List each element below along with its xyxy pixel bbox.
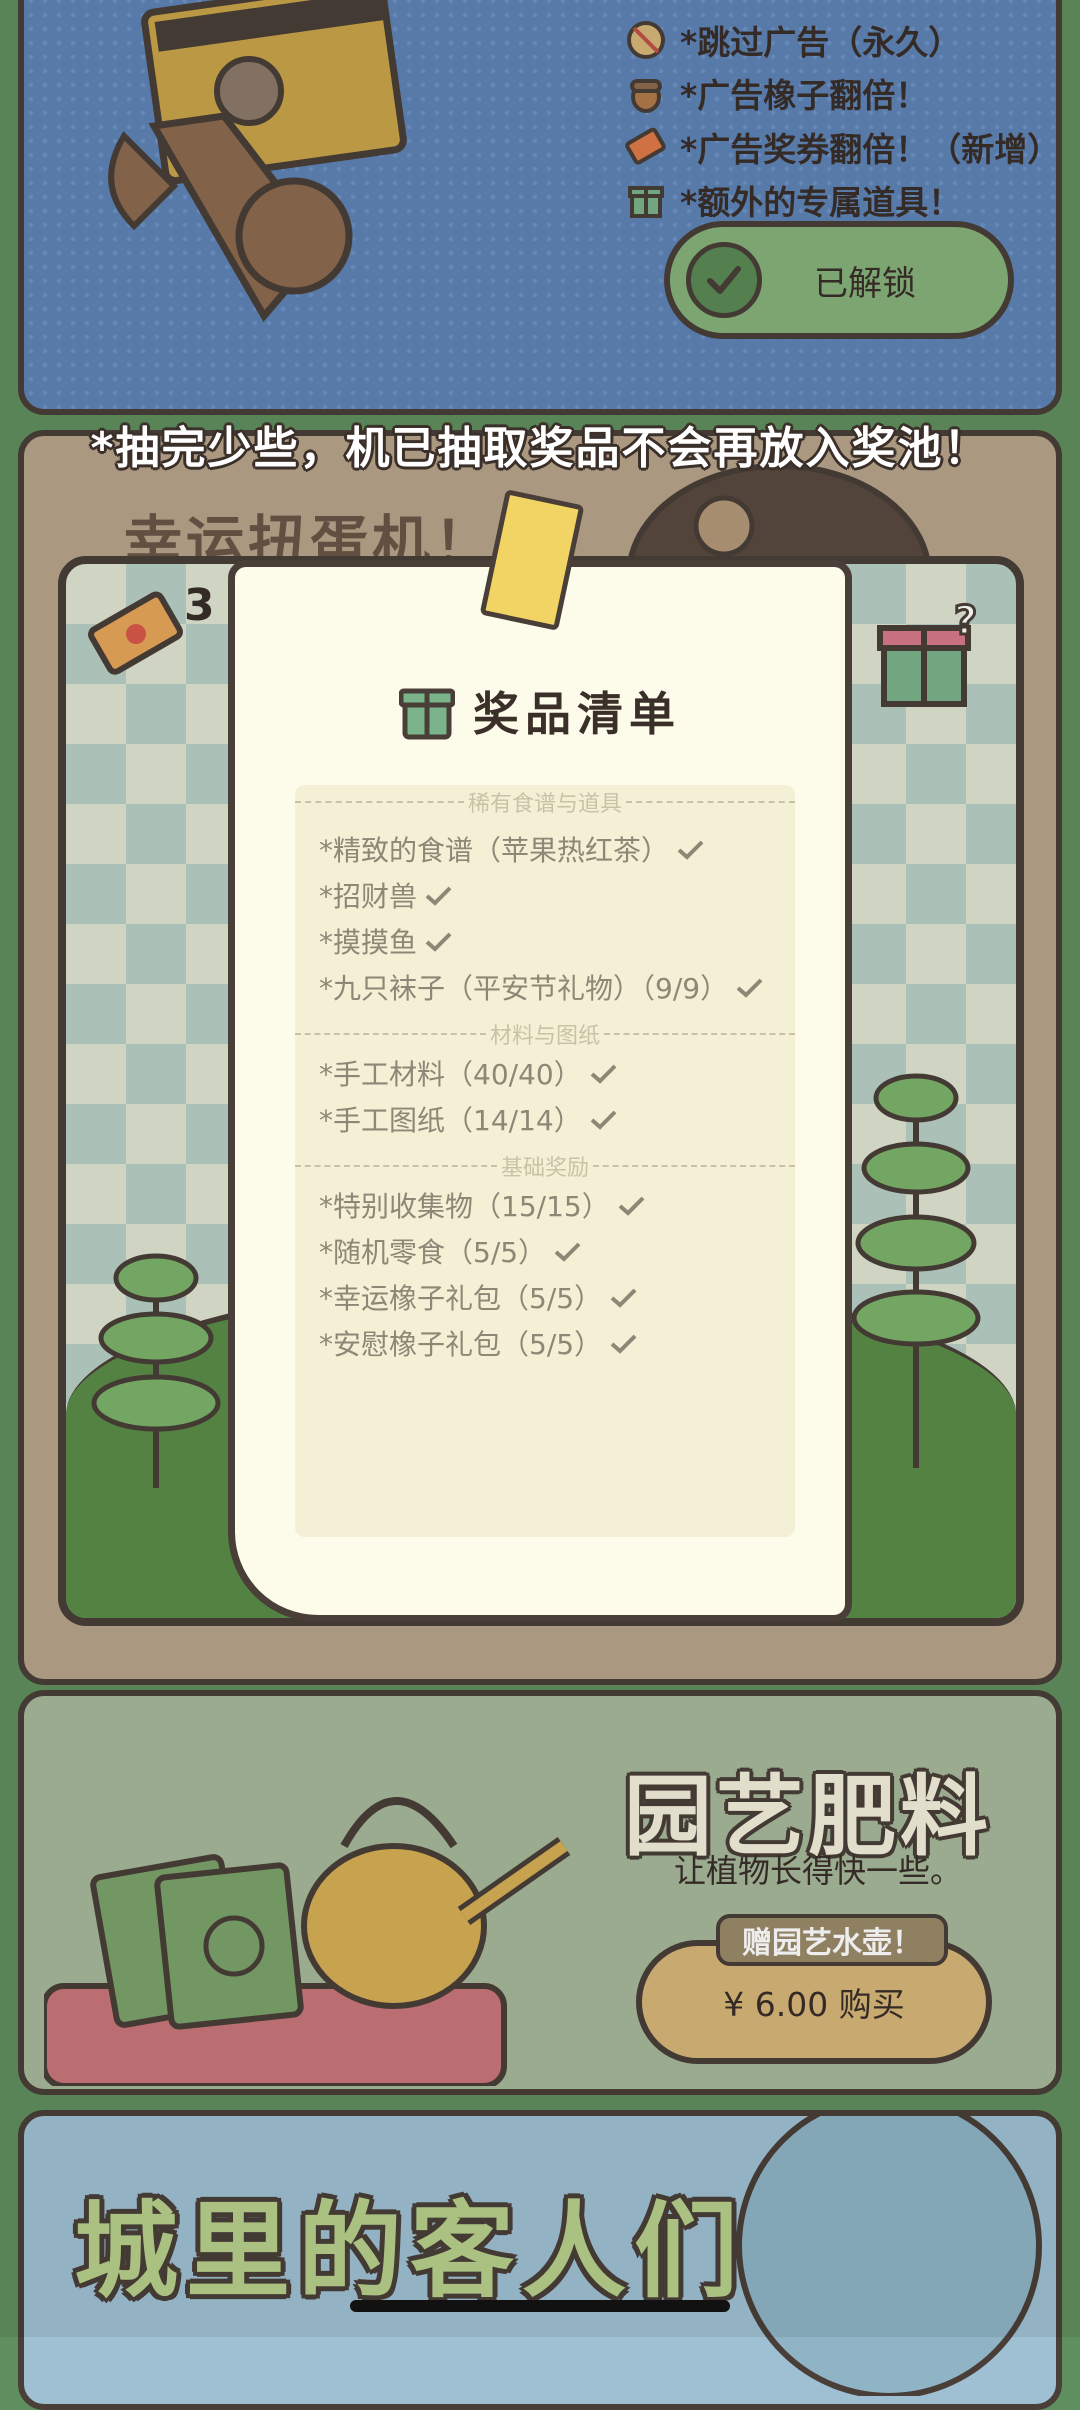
fertilizer-panel: 园艺肥料 让植物长得快一些。 赠园艺水壶！ ¥ 6.00 购买 xyxy=(18,1690,1062,2095)
ticket-icon xyxy=(86,584,186,688)
perk-text: *广告奖券翻倍！（新增） xyxy=(680,130,1061,169)
item-text: *特别收集物（15/15） xyxy=(319,1190,610,1223)
check-icon xyxy=(677,840,704,860)
no-ads-icon xyxy=(624,18,668,62)
bonus-badge: 赠园艺水壶！ xyxy=(716,1914,948,1966)
check-icon xyxy=(610,1334,637,1354)
check-icon xyxy=(686,242,762,318)
item-text: *摸摸鱼 xyxy=(319,926,418,959)
list-item: *安慰橡子礼包（5/5） xyxy=(319,1323,638,1363)
check-icon xyxy=(590,1110,617,1130)
section-label: 稀有食谱与道具 xyxy=(468,792,623,817)
gacha-note: *抽完少些，机已抽取奖品不会再放入奖池！ xyxy=(90,423,990,474)
ticket-count: 3 xyxy=(184,580,215,631)
perk-text: *跳过广告（永久） xyxy=(680,23,962,62)
ticket-icon xyxy=(624,125,668,169)
gift-icon xyxy=(624,178,668,222)
section-materials: 材料与图纸 xyxy=(295,1023,796,1049)
perk-text: *广告橡子翻倍！ xyxy=(680,76,929,115)
gift-icon xyxy=(398,677,456,745)
list-item: *特别收集物（15/15） xyxy=(319,1185,646,1225)
perk-acorn-double: *广告橡子翻倍！ xyxy=(624,69,928,117)
list-item: *精致的食谱（苹果热红茶） xyxy=(319,829,705,869)
check-icon xyxy=(610,1288,637,1308)
section-basic: 基础奖励 xyxy=(295,1155,796,1181)
check-icon xyxy=(425,932,452,952)
item-text: *手工图纸（14/14） xyxy=(319,1104,582,1137)
check-icon xyxy=(425,886,452,906)
list-item: *摸摸鱼 xyxy=(319,921,453,961)
prize-list-card: 奖品清单 稀有食谱与道具 *精致的食谱（苹果热红茶） *招财兽 *摸摸鱼 *九只… xyxy=(228,560,852,1622)
section-rare: 稀有食谱与道具 xyxy=(295,791,796,817)
list-item: *幸运橡子礼包（5/5） xyxy=(319,1277,638,1317)
vip-card-illustration xyxy=(108,0,407,323)
check-icon xyxy=(618,1196,645,1216)
prize-list-title: 奖品清单 xyxy=(473,687,681,741)
perk-ticket-double: *广告奖券翻倍！（新增） xyxy=(624,123,1056,171)
prize-list-header: 奖品清单 xyxy=(235,677,845,745)
fern-decoration xyxy=(91,1253,221,1488)
city-guests-panel: 城里的客人们 xyxy=(18,2110,1062,2410)
item-text: *手工材料（40/40） xyxy=(319,1058,582,1091)
item-text: *九只袜子（平安节礼物）（9/9） xyxy=(319,972,729,1005)
prize-list: 稀有食谱与道具 *精致的食谱（苹果热红茶） *招财兽 *摸摸鱼 *九只袜子（平安… xyxy=(295,785,796,1537)
acorn-icon xyxy=(624,71,668,115)
list-item: *招财兽 xyxy=(319,875,453,915)
fertilizer-illustration xyxy=(44,1797,571,2086)
check-icon xyxy=(736,978,763,998)
item-text: *安慰橡子礼包（5/5） xyxy=(319,1328,603,1361)
mystery-gift-icon[interactable]: ? xyxy=(876,594,986,718)
svg-text:?: ? xyxy=(954,598,977,644)
city-guests-title: 城里的客人们 xyxy=(74,2190,747,2312)
item-text: *精致的食谱（苹果热红茶） xyxy=(319,834,670,867)
list-item: *手工材料（40/40） xyxy=(319,1053,618,1093)
list-item: *九只袜子（平安节礼物）（9/9） xyxy=(319,967,764,1007)
section-label: 材料与图纸 xyxy=(490,1024,601,1049)
fern-decoration xyxy=(851,1073,981,1468)
item-text: *幸运橡子礼包（5/5） xyxy=(319,1282,603,1315)
unlocked-button[interactable]: 已解锁 xyxy=(664,221,1014,339)
item-text: *随机零食（5/5） xyxy=(319,1236,547,1269)
perk-exclusive-items: *额外的专属道具！ xyxy=(624,176,961,224)
unlocked-label: 已解锁 xyxy=(814,263,916,304)
section-label: 基础奖励 xyxy=(501,1156,590,1181)
vip-panel: *跳过广告（永久） *广告橡子翻倍！ *广告奖券翻倍！（新增） *额外的专属道具… xyxy=(18,0,1062,415)
item-text: *招财兽 xyxy=(319,880,418,913)
bus-stop-sign-illustration xyxy=(736,2116,1042,2396)
perk-no-ads: *跳过广告（永久） xyxy=(624,16,961,64)
check-icon xyxy=(554,1242,581,1262)
perk-text: *额外的专属道具！ xyxy=(680,183,962,222)
list-item: *手工图纸（14/14） xyxy=(319,1099,618,1139)
fertilizer-description: 让植物长得快一些。 xyxy=(674,1852,963,1890)
check-icon xyxy=(590,1064,617,1084)
home-indicator[interactable] xyxy=(350,2300,730,2312)
list-item: *随机零食（5/5） xyxy=(319,1231,582,1271)
